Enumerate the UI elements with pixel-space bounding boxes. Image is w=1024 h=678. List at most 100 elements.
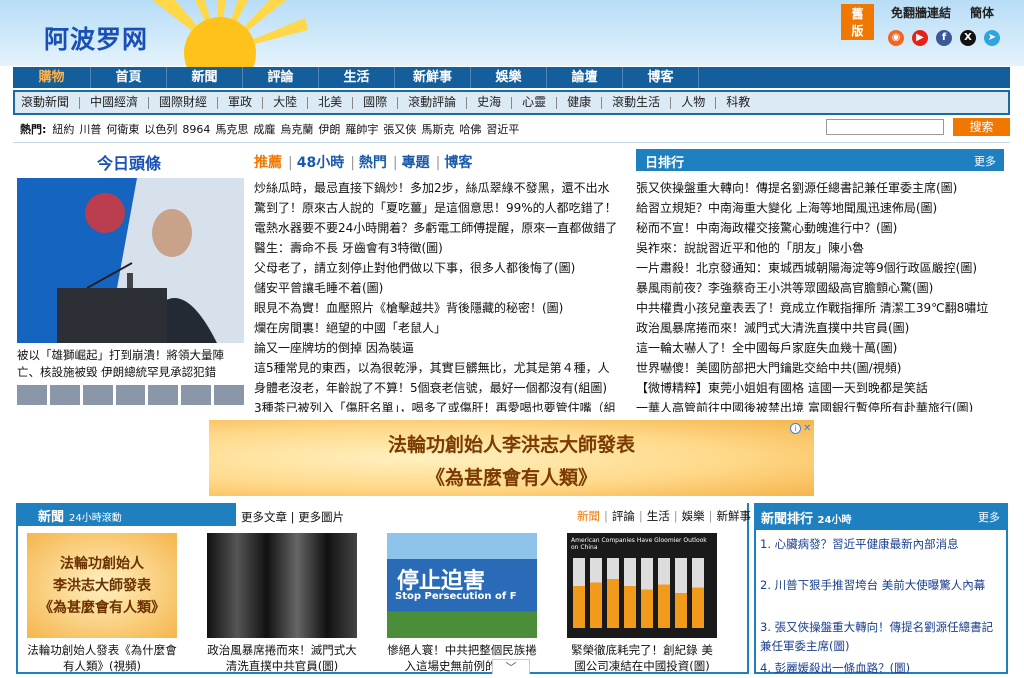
subnav-item[interactable]: 史海	[477, 92, 501, 113]
headline-link[interactable]: 3種茶已被列入「傷肝名單」，喝多了或傷肝！再愛喝也要管住嘴（組	[254, 398, 630, 412]
headline-link[interactable]: 論又一座牌坊的倒掉 因為裝逼	[254, 338, 630, 358]
top-story-caption[interactable]: 被以「雄獅崛起」打到崩潰！將領大量陣亡、核設施被毀 伊朗總統罕見承認犯錯	[17, 347, 244, 381]
more-articles-link[interactable]: 更多文章	[241, 510, 287, 524]
thumbnail[interactable]	[148, 385, 179, 405]
thumbnail[interactable]	[115, 385, 146, 405]
headline-link[interactable]: 爛在房間裏！絕望的中國「老鼠人」	[254, 318, 630, 338]
site-logo[interactable]: 阿波罗网	[44, 20, 148, 56]
hot-topic-link[interactable]: 紐約	[52, 123, 74, 136]
free-link[interactable]: 免翻牆連結	[891, 4, 951, 21]
more-pics-link[interactable]: 更多圖片	[298, 510, 344, 524]
hot-topic-link[interactable]: 習近平	[486, 123, 519, 136]
news-card[interactable]: 政治風暴席捲而來！滅門式大清洗直撲中共官員(圖)	[207, 533, 357, 676]
ad-info-icon[interactable]: i	[790, 423, 801, 434]
news-card[interactable]: 停止迫害 Stop Persecution of F 慘絕人寰！中共把整個民族捲…	[387, 533, 537, 676]
rank-link[interactable]: 張又俠操盤重大轉向！傳提名劉源任總書記兼任軍委主席(圖)	[636, 178, 1004, 198]
news-card[interactable]: 法輪功創始人 李洪志大師發表 《為甚麼會有人類》 法輪功創始人發表《為什麼會有人…	[27, 533, 177, 676]
scroll-down-icon[interactable]: ﹀	[492, 659, 530, 674]
simplified-link[interactable]: 簡体	[970, 4, 994, 21]
nav-item[interactable]: 購物	[13, 67, 91, 88]
headline-link[interactable]: 醫生：壽命不長 牙齒會有3特徵(圖)	[254, 238, 630, 258]
thumbnail[interactable]	[181, 385, 212, 405]
news-rank-item[interactable]: 2. 川普下狠手推習垮台 美前大使曝驚人內幕	[760, 576, 1000, 595]
hot-topic-link[interactable]: 哈佛	[459, 123, 481, 136]
old-version-button[interactable]: 舊版	[841, 4, 874, 40]
news-category-tab[interactable]: 新聞	[577, 509, 600, 523]
nav-item[interactable]: 娛樂	[471, 67, 547, 88]
rank-link[interactable]: 一片肅殺！北京發通知：東城西城朝陽海淀等9個行政區嚴控(圖)	[636, 258, 1004, 278]
headline-tab[interactable]: 博客	[444, 155, 472, 171]
rank-link[interactable]: 【微博精粹】東莞小姐姐有國格 這國一天到晚都是笑話	[636, 378, 1004, 398]
nav-item[interactable]: 新聞	[167, 67, 243, 88]
news-category-tab[interactable]: 娛樂	[682, 509, 705, 523]
thumbnail[interactable]	[82, 385, 113, 405]
subnav-item[interactable]: 滾動評論	[408, 92, 456, 113]
thumbnail[interactable]	[49, 385, 80, 405]
nav-item[interactable]: 新鮮事	[395, 67, 471, 88]
rank-link[interactable]: 秘而不宣！中南海政權交接驚心動魄進行中？(圖)	[636, 218, 1004, 238]
rank-link[interactable]: 世界嚇傻！美國防部把大門鑰匙交給中共(圖/視頻)	[636, 358, 1004, 378]
rank-link[interactable]: 這一輪太嚇人了！全中國每戶家庭失血幾十萬(圖)	[636, 338, 1004, 358]
subnav-item[interactable]: 人物	[681, 92, 705, 113]
hot-topic-link[interactable]: 馬斯克	[421, 123, 454, 136]
search-button[interactable]: 搜索	[953, 118, 1010, 136]
headline-link[interactable]: 這5種常見的東西，以為很乾淨，其實巨髒無比，尤其是第４種，人	[254, 358, 630, 378]
news-category-tab[interactable]: 新鮮事	[717, 509, 752, 523]
thumbnail[interactable]	[214, 385, 245, 405]
subnav-item[interactable]: 大陸	[273, 92, 297, 113]
subnav-item[interactable]: 滾動生活	[612, 92, 660, 113]
subnav-item[interactable]: 軍政	[228, 92, 252, 113]
headline-tab[interactable]: 推薦	[254, 155, 282, 171]
headline-link[interactable]: 父母老了，請立刻停止對他們做以下事，很多人都後悔了(圖)	[254, 258, 630, 278]
news-rank-item[interactable]: 4. 彭麗媛殺出一條血路？(圖)	[760, 659, 1000, 678]
ad-close-icon[interactable]: ✕	[803, 423, 811, 434]
nav-item[interactable]: 評論	[243, 67, 319, 88]
day-rank-more-link[interactable]: 更多	[974, 153, 996, 169]
subnav-item[interactable]: 國際	[363, 92, 387, 113]
top-story-image[interactable]	[17, 178, 244, 343]
headline-link[interactable]: 驚到了！原來古人說的「夏吃薑」是這個意思！99%的人都吃錯了！	[254, 198, 630, 218]
top-story-thumbnails[interactable]	[17, 385, 245, 405]
subnav-item[interactable]: 中國經濟	[90, 92, 138, 113]
news-rank-more-link[interactable]: 更多	[978, 509, 1000, 525]
nav-item[interactable]: 博客	[623, 67, 699, 88]
search-input[interactable]	[826, 119, 944, 135]
headline-link[interactable]: 身體老沒老，年齡說了不算！5個衰老信號，最好一個都沒有(組圖)	[254, 378, 630, 398]
rank-link[interactable]: 一華人高管前往中國後被禁出境 富國銀行暫停所有赴華旅行(圖)	[636, 398, 1004, 412]
hot-topic-link[interactable]: 8964	[182, 123, 210, 136]
news-rank-item[interactable]: 1. 心臟病發？習近平健康最新內部消息	[760, 535, 1000, 554]
subnav-item[interactable]: 健康	[567, 92, 591, 113]
headline-link[interactable]: 電熱水器要不要24小時開着？多虧電工師傅提醒，原來一直都做錯了	[254, 218, 630, 238]
headline-tab[interactable]: 48小時	[297, 155, 344, 171]
nav-item[interactable]: 論壇	[547, 67, 623, 88]
headline-tab[interactable]: 熱門	[359, 155, 387, 171]
subnav-item[interactable]: 北美	[318, 92, 342, 113]
facebook-icon[interactable]: f	[936, 30, 952, 46]
news-rank-item[interactable]: 3. 張又俠操盤重大轉向！傳提名劉源任總書記兼任軍委主席(圖)	[760, 618, 1000, 656]
hot-topic-link[interactable]: 伊朗	[318, 123, 340, 136]
subnav-item[interactable]: 滾動新聞	[21, 92, 69, 113]
news-tab[interactable]: 新聞 24小時滾動	[16, 503, 236, 526]
news-category-tab[interactable]: 評論	[612, 509, 635, 523]
news-card[interactable]: American Companies Have Gloomier Outlook…	[567, 533, 717, 676]
hot-topic-link[interactable]: 成龐	[253, 123, 275, 136]
subnav-item[interactable]: 科教	[726, 92, 750, 113]
rank-link[interactable]: 暴風雨前夜？李強蔡奇王小洪等眾國級高官膽顫心驚(圖)	[636, 278, 1004, 298]
nav-item[interactable]: 首頁	[91, 67, 167, 88]
x-icon[interactable]: X	[960, 30, 976, 46]
headline-link[interactable]: 眼見不為實！血壓照片《槍擊越共》背後隱藏的秘密！(圖)	[254, 298, 630, 318]
thumbnail[interactable]	[17, 385, 47, 405]
rank-link[interactable]: 給習立規矩？中南海重大變化 上海等地聞風迅速佈局(圖)	[636, 198, 1004, 218]
subnav-item[interactable]: 國際財經	[159, 92, 207, 113]
youtube-icon[interactable]: ▶	[912, 30, 928, 46]
hot-topic-link[interactable]: 張又俠	[383, 123, 416, 136]
nav-item[interactable]: 生活	[319, 67, 395, 88]
rank-link[interactable]: 中共權貴小孩兒童表丟了！竟成立作戰指揮所 清潔工39℃翻8嘯垃	[636, 298, 1004, 318]
telegram-icon[interactable]: ➤	[984, 30, 1000, 46]
ad-banner[interactable]: 法輪功創始人李洪志大師發表 《為甚麼會有人類》	[209, 420, 814, 496]
hot-topic-link[interactable]: 川普	[79, 123, 101, 136]
hot-topic-link[interactable]: 烏克蘭	[280, 123, 313, 136]
headline-tab[interactable]: 專題	[402, 155, 430, 171]
subnav-item[interactable]: 心靈	[522, 92, 546, 113]
headline-link[interactable]: 炒絲瓜時，最忌直接下鍋炒！多加2步，絲瓜翠綠不發黑，還不出水	[254, 178, 630, 198]
